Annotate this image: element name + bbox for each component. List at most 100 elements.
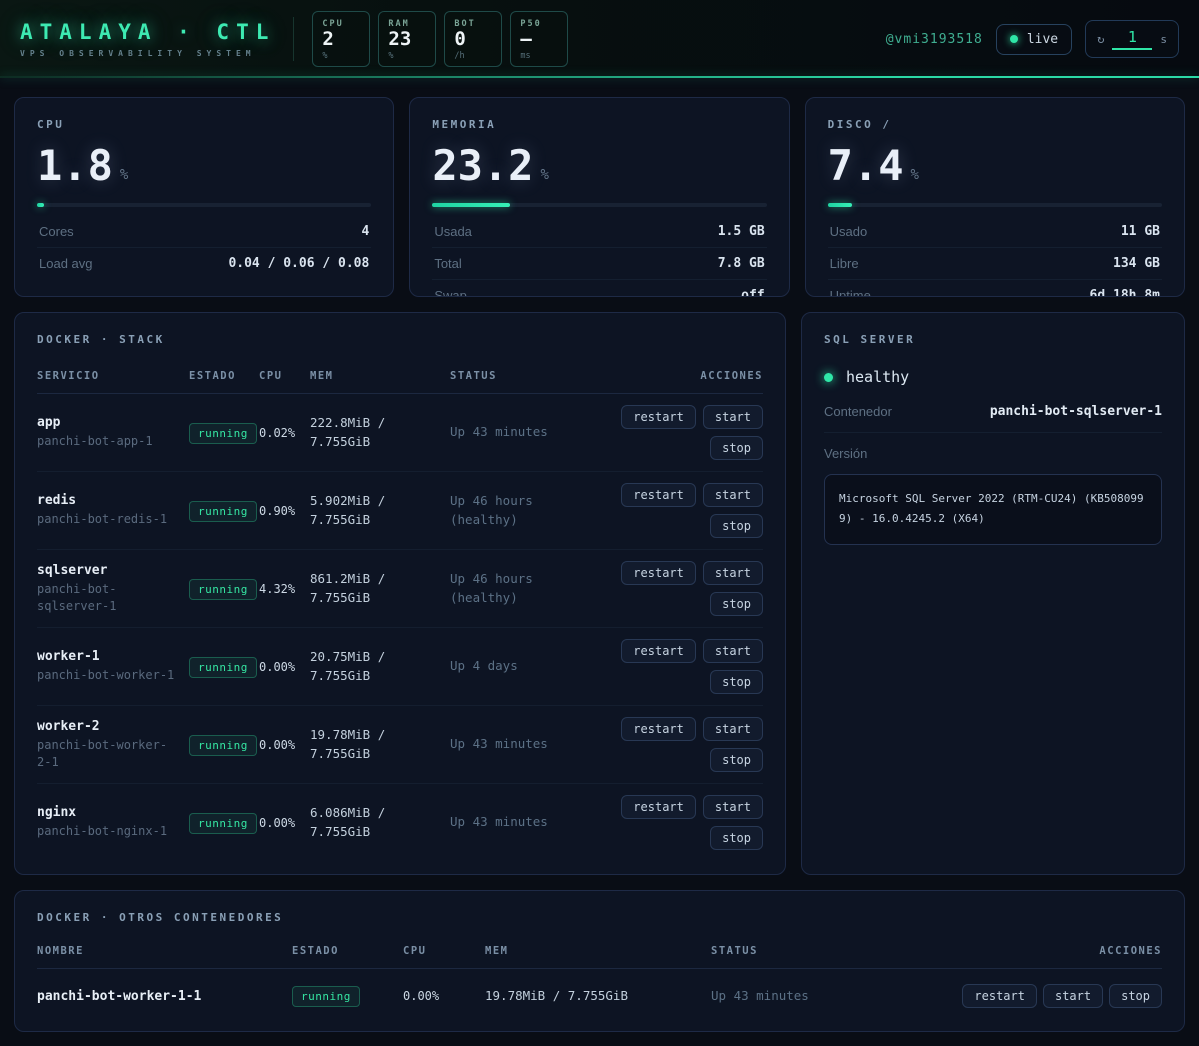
mem-cell: 5.902MiB / 7.755GiB — [310, 492, 450, 530]
disk-big-value: 7.4 % — [828, 145, 1162, 187]
others-table-header: NOMBRE ESTADO CPU MEM STATUS ACCIONES — [37, 945, 1162, 969]
table-row-nginx: nginx panchi-bot-nginx-1 running 0.00% 6… — [37, 784, 763, 854]
kv-label: Uptime — [830, 288, 871, 297]
docker-stack-title: DOCKER · STACK — [37, 333, 763, 346]
cpu-big-value: 1.8 % — [37, 145, 371, 187]
memory-progress-fill — [432, 203, 510, 207]
status-badge: running — [189, 579, 257, 600]
kv-value: 1.5 GB — [718, 224, 765, 239]
service-name: app — [37, 415, 181, 430]
start-button[interactable]: start — [703, 561, 763, 585]
start-button[interactable]: start — [703, 795, 763, 819]
stop-button[interactable]: stop — [710, 592, 763, 616]
mem-cell: 6.086MiB / 7.755GiB — [310, 804, 450, 842]
kv-value: 7.8 GB — [718, 256, 765, 271]
live-badge[interactable]: live — [996, 24, 1072, 55]
container-value: panchi-bot-sqlserver-1 — [990, 404, 1162, 419]
restart-button[interactable]: restart — [621, 717, 696, 741]
kv-row: Swap off — [432, 280, 766, 297]
container-id: panchi-bot-redis-1 — [37, 511, 181, 528]
restart-button[interactable]: restart — [962, 984, 1037, 1008]
stat-value: 23 — [388, 29, 426, 51]
kv-value: 11 GB — [1121, 224, 1160, 239]
cpu-cell: 0.02% — [259, 426, 310, 440]
stop-button[interactable]: stop — [710, 514, 763, 538]
memory-detail-rows: Usada 1.5 GB Total 7.8 GB Swap off — [432, 216, 766, 297]
status-cell: Up 43 minutes — [711, 987, 957, 1006]
status-cell: Up 4 days — [450, 657, 590, 676]
sql-health-status: healthy — [824, 368, 1162, 386]
col-header-cpu: CPU — [403, 945, 485, 957]
status-badge: running — [189, 657, 257, 678]
kv-value: 0.04 / 0.06 / 0.08 — [228, 256, 369, 271]
memory-card: MEMORIA 23.2 % Usada 1.5 GB Total 7.8 GB… — [409, 97, 789, 297]
app-header: ATALAYA · CTL VPS OBSERVABILITY SYSTEM C… — [0, 0, 1199, 78]
app-subtitle: VPS OBSERVABILITY SYSTEM — [20, 49, 275, 58]
header-stat-cpu: CPU 2 % — [312, 11, 370, 67]
stop-button[interactable]: stop — [1109, 984, 1162, 1008]
disk-card: DISCO / 7.4 % Usado 11 GB Libre 134 GB U… — [805, 97, 1185, 297]
table-row-app: app panchi-bot-app-1 running 0.02% 222.8… — [37, 394, 763, 472]
header-right: @vmi3193518 live ↻ s — [886, 20, 1179, 58]
start-button[interactable]: start — [1043, 984, 1103, 1008]
restart-button[interactable]: restart — [621, 405, 696, 429]
mem-cell: 19.78MiB / 7.755GiB — [485, 987, 711, 1006]
stop-button[interactable]: stop — [710, 826, 763, 850]
col-header-mem: MEM — [485, 945, 711, 957]
status-cell: Up 43 minutes — [450, 423, 590, 442]
col-header-estado: ESTADO — [189, 370, 259, 382]
stat-unit: % — [388, 51, 426, 61]
kv-label: Usada — [434, 224, 472, 239]
host-id: @vmi3193518 — [886, 32, 983, 47]
stop-button[interactable]: stop — [710, 436, 763, 460]
table-row-worker-1-1: panchi-bot-worker-1-1 running 0.00% 19.7… — [37, 969, 1162, 1011]
version-label: Versión — [824, 446, 1162, 461]
kv-value: off — [741, 288, 764, 297]
service-name: nginx — [37, 805, 181, 820]
kv-row: Load avg 0.04 / 0.06 / 0.08 — [37, 248, 371, 279]
restart-button[interactable]: restart — [621, 795, 696, 819]
stop-button[interactable]: stop — [710, 670, 763, 694]
start-button[interactable]: start — [703, 639, 763, 663]
kv-value: 6d 18h 8m — [1090, 288, 1160, 297]
sql-server-title: SQL SERVER — [824, 333, 1162, 346]
kv-value: 134 GB — [1113, 256, 1160, 271]
kv-row: Uptime 6d 18h 8m — [828, 280, 1162, 297]
container-id: panchi-bot-sqlserver-1 — [37, 581, 181, 615]
start-button[interactable]: start — [703, 405, 763, 429]
header-stat-ram: RAM 23 % — [378, 11, 436, 67]
big-unit: % — [911, 167, 919, 183]
col-header-cpu: CPU — [259, 370, 310, 382]
kv-label: Usado — [830, 224, 868, 239]
kv-label: Cores — [39, 224, 74, 239]
refresh-icon: ↻ — [1097, 32, 1104, 46]
col-header-servicio: SERVICIO — [37, 370, 189, 382]
card-title: CPU — [37, 118, 371, 131]
refresh-interval-input[interactable] — [1112, 28, 1152, 50]
live-label: live — [1027, 32, 1058, 47]
col-header-nombre: NOMBRE — [37, 945, 292, 957]
start-button[interactable]: start — [703, 483, 763, 507]
mem-cell: 20.75MiB / 7.755GiB — [310, 648, 450, 686]
start-button[interactable]: start — [703, 717, 763, 741]
row-actions: restart start stop — [590, 639, 763, 694]
card-title: DISCO / — [828, 118, 1162, 131]
restart-button[interactable]: restart — [621, 561, 696, 585]
sql-container-row: Contenedor panchi-bot-sqlserver-1 — [824, 404, 1162, 433]
table-row-redis: redis panchi-bot-redis-1 running 0.90% 5… — [37, 472, 763, 550]
header-stat-bot: BOT 0 /h — [444, 11, 502, 67]
big-number: 23.2 — [432, 145, 533, 187]
service-name: worker-1 — [37, 649, 181, 664]
memory-progress-bar — [432, 203, 766, 207]
kv-label: Libre — [830, 256, 859, 271]
restart-button[interactable]: restart — [621, 639, 696, 663]
metric-cards-row: CPU 1.8 % Cores 4 Load avg 0.04 / 0.06 /… — [14, 97, 1185, 297]
refresh-unit-label: s — [1160, 33, 1167, 46]
col-header-acciones: ACCIONES — [590, 370, 763, 382]
stop-button[interactable]: stop — [710, 748, 763, 772]
row-actions: restart start stop — [957, 984, 1162, 1008]
header-stats: CPU 2 % RAM 23 % BOT 0 /h P50 – ms — [312, 11, 568, 67]
kv-label: Load avg — [39, 256, 93, 271]
docker-stack-card: DOCKER · STACK SERVICIO ESTADO CPU MEM S… — [14, 312, 786, 875]
restart-button[interactable]: restart — [621, 483, 696, 507]
